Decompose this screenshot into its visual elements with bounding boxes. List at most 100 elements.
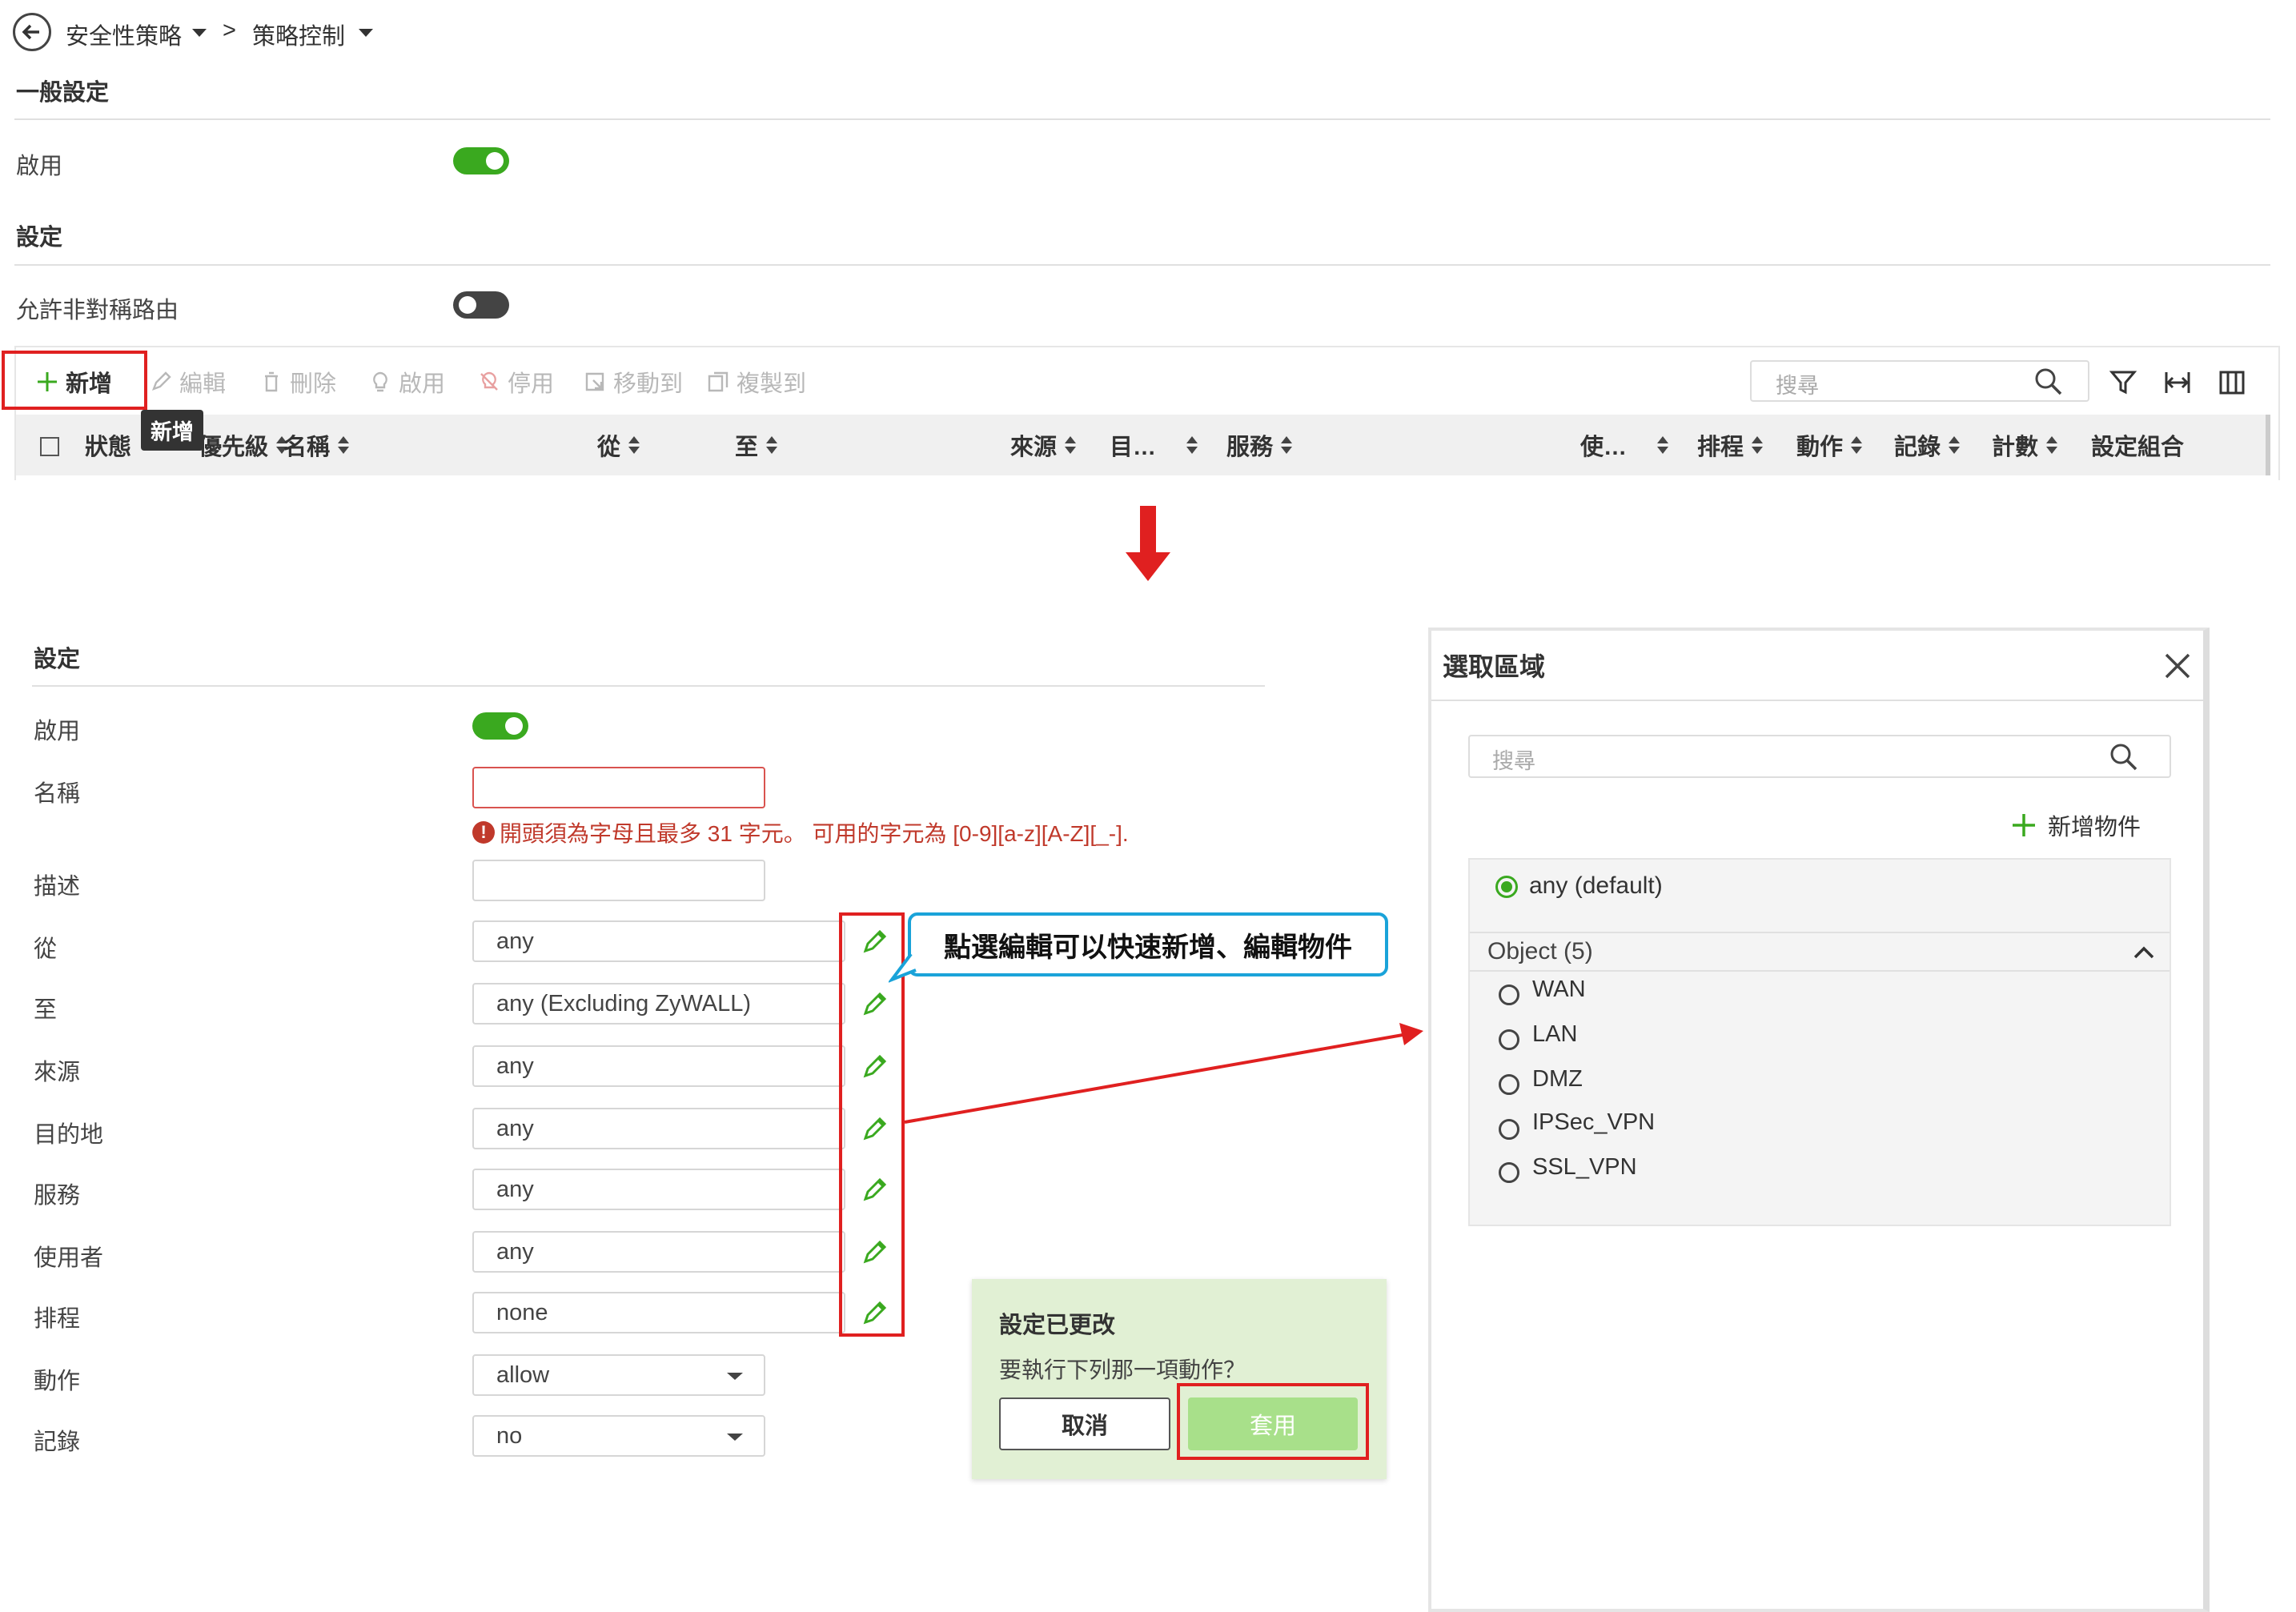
search-placeholder: 搜尋 [1776,374,1819,398]
destination-field[interactable]: any [472,1108,845,1149]
asymmetric-route-label: 允許非對稱路由 [16,298,179,323]
name-error: ! 開頭須為字母且最多 31 字元。 可用的字元為 [0-9][a-z][A-Z… [472,816,1129,848]
back-button[interactable] [13,13,51,51]
column-action[interactable]: 動作 [1796,428,1863,462]
form-section-title: 設定 [34,647,81,672]
delete-button[interactable]: 刪除 [259,364,336,399]
add-button-highlight [2,351,147,410]
enable-toggle[interactable] [453,147,509,174]
default-option-label[interactable]: any (default) [1529,872,1663,900]
to-field[interactable]: any (Excluding ZyWALL) [472,983,845,1025]
column-count[interactable]: 計數 [1992,428,2058,462]
radio-ssl-vpn[interactable] [1499,1162,1519,1183]
sort-icon [1949,436,1961,454]
asymmetric-route-toggle[interactable] [453,291,509,319]
disable-button[interactable]: 停用 [477,364,554,399]
chevron-down-icon[interactable] [192,29,207,37]
column-source[interactable]: 來源 [1010,428,1077,462]
fit-width-icon[interactable] [2163,368,2192,397]
column-profile[interactable]: 設定組合 [2091,428,2184,462]
search-icon[interactable] [2109,742,2139,772]
user-field[interactable]: any [472,1231,845,1273]
option-lan[interactable]: LAN [1532,1021,1577,1048]
close-icon[interactable] [2163,652,2192,680]
cancel-button[interactable]: 取消 [999,1397,1170,1450]
group-label: Object (5) [1487,938,1593,964]
plus-icon [2013,814,2035,836]
chevron-up-icon[interactable] [2133,943,2155,962]
form-enable-toggle[interactable] [472,712,528,740]
section-title-settings: 設定 [16,225,63,251]
move-to-button[interactable]: 移動到 [583,364,683,399]
chevron-down-icon [727,1434,743,1441]
select-all-checkbox[interactable] [40,437,59,456]
column-user[interactable]: 使… [1580,428,1669,462]
callout-bubble: 點選編輯可以快速新增、編輯物件 [908,912,1388,976]
sort-icon [1851,436,1863,454]
filter-icon[interactable] [2109,368,2137,397]
arrow-left-icon [22,24,39,40]
apply-button-highlight [1177,1383,1369,1460]
sort-icon [766,436,778,454]
search-icon[interactable] [2033,367,2064,397]
column-name[interactable]: 名稱 [283,428,350,462]
default-radio[interactable] [1495,876,1518,898]
add-object-button[interactable]: 新增物件 [2011,808,2141,842]
sort-icon [338,436,350,454]
changed-question: 要執行下列那一項動作？ [999,1357,1246,1382]
breadcrumb-separator: > [223,18,236,43]
table-search-input[interactable]: 搜尋 [1750,360,2089,402]
radio-dmz[interactable] [1499,1074,1519,1095]
option-dmz[interactable]: DMZ [1532,1066,1583,1093]
copy-icon [708,371,729,392]
form-user-label: 使用者 [34,1245,104,1271]
column-priority[interactable]: 優先級 [199,428,288,462]
source-field[interactable]: any [472,1045,845,1087]
log-select[interactable]: no [472,1415,765,1457]
form-destination-label: 目的地 [34,1122,104,1148]
sort-icon [1281,436,1293,454]
column-destination[interactable]: 目… [1110,428,1198,462]
name-input[interactable] [472,767,765,808]
connector-arrow [904,1023,1423,1124]
breadcrumb-item-security-policy[interactable]: 安全性策略 [66,18,182,51]
column-log[interactable]: 記錄 [1894,428,1961,462]
schedule-field[interactable]: none [472,1292,845,1333]
changed-title: 設定已更改 [999,1313,1116,1338]
radio-ipsec-vpn[interactable] [1499,1119,1519,1140]
section-title-general: 一般設定 [16,80,110,106]
sort-icon [1186,436,1198,454]
move-icon [585,372,604,391]
chevron-down-icon[interactable] [359,29,373,37]
radio-wan[interactable] [1499,984,1519,1005]
description-input[interactable] [472,860,765,901]
service-field[interactable]: any [472,1169,845,1210]
option-ssl-vpn[interactable]: SSL_VPN [1532,1154,1637,1181]
column-status[interactable]: 狀態 [85,428,131,462]
trash-icon [265,371,278,392]
form-name-label: 名稱 [34,781,81,807]
sort-icon [1752,436,1764,454]
copy-to-button[interactable]: 複製到 [706,364,806,399]
dialog-search-input[interactable]: 搜尋 [1468,735,2171,778]
breadcrumb-item-policy-control[interactable]: 策略控制 [252,18,345,51]
edit-button[interactable]: 編輯 [149,364,226,399]
enable-button[interactable]: 啟用 [368,364,445,399]
form-description-label: 描述 [34,874,81,900]
column-from[interactable]: 從 [597,428,640,462]
from-field[interactable]: any [472,920,845,962]
pencil-icon [151,371,171,391]
column-to[interactable]: 至 [735,428,778,462]
action-select[interactable]: allow [472,1354,765,1396]
column-schedule[interactable]: 排程 [1697,428,1764,462]
form-enable-label: 啟用 [34,719,81,744]
columns-icon[interactable] [2218,368,2246,397]
option-wan[interactable]: WAN [1532,976,1586,1003]
radio-lan[interactable] [1499,1029,1519,1050]
error-icon: ! [472,821,495,844]
option-ipsec-vpn[interactable]: IPSec_VPN [1532,1109,1655,1136]
column-service[interactable]: 服務 [1226,428,1293,462]
form-action-label: 動作 [34,1369,81,1394]
form-source-label: 來源 [34,1060,81,1085]
sort-icon [1657,436,1669,454]
